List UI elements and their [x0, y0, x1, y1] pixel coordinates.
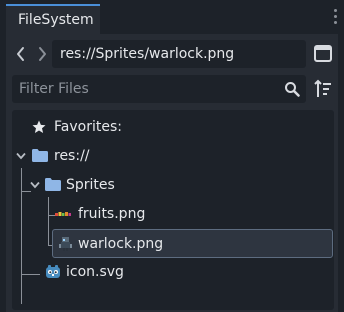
- fruits-label: fruits.png: [78, 206, 146, 222]
- chevron-down-icon[interactable]: [16, 152, 26, 160]
- back-arrow-icon[interactable]: [14, 44, 28, 64]
- split-layout-icon[interactable]: [314, 45, 332, 62]
- search-icon: [285, 82, 300, 97]
- filter-files-input[interactable]: Filter Files: [12, 75, 306, 103]
- star-icon: [32, 120, 46, 133]
- res-root-label: res://: [54, 148, 90, 164]
- tree-item-fruits[interactable]: fruits.png: [52, 200, 332, 228]
- folder-icon: [45, 178, 61, 191]
- tree-item-icon-svg[interactable]: icon.svg: [12, 258, 334, 286]
- folder-icon: [32, 149, 48, 162]
- fruits-thumbnail-icon: [55, 212, 71, 216]
- file-tree[interactable]: Favorites: res:// Sprites fruits.png war…: [12, 110, 334, 310]
- warlock-thumbnail-icon: [59, 237, 72, 251]
- tree-item-res-root[interactable]: res://: [12, 142, 334, 170]
- favorites-item[interactable]: Favorites:: [12, 113, 334, 141]
- favorites-label: Favorites:: [54, 119, 122, 135]
- dock-tabbar: FileSystem: [0, 0, 344, 34]
- godot-icon: [46, 265, 60, 278]
- tree-item-warlock[interactable]: warlock.png: [52, 229, 333, 258]
- icon-svg-label: icon.svg: [66, 264, 124, 280]
- tab-filesystem[interactable]: FileSystem: [6, 4, 100, 34]
- sort-icon[interactable]: [314, 78, 332, 100]
- tree-guide-line: [48, 197, 49, 245]
- warlock-label: warlock.png: [78, 236, 164, 252]
- path-field[interactable]: res://Sprites/warlock.png: [52, 40, 306, 68]
- chevron-down-icon[interactable]: [30, 181, 40, 189]
- tab-options-icon[interactable]: [334, 9, 338, 27]
- sprites-label: Sprites: [66, 177, 115, 193]
- tree-item-sprites[interactable]: Sprites: [12, 171, 334, 199]
- forward-arrow-icon[interactable]: [35, 44, 49, 64]
